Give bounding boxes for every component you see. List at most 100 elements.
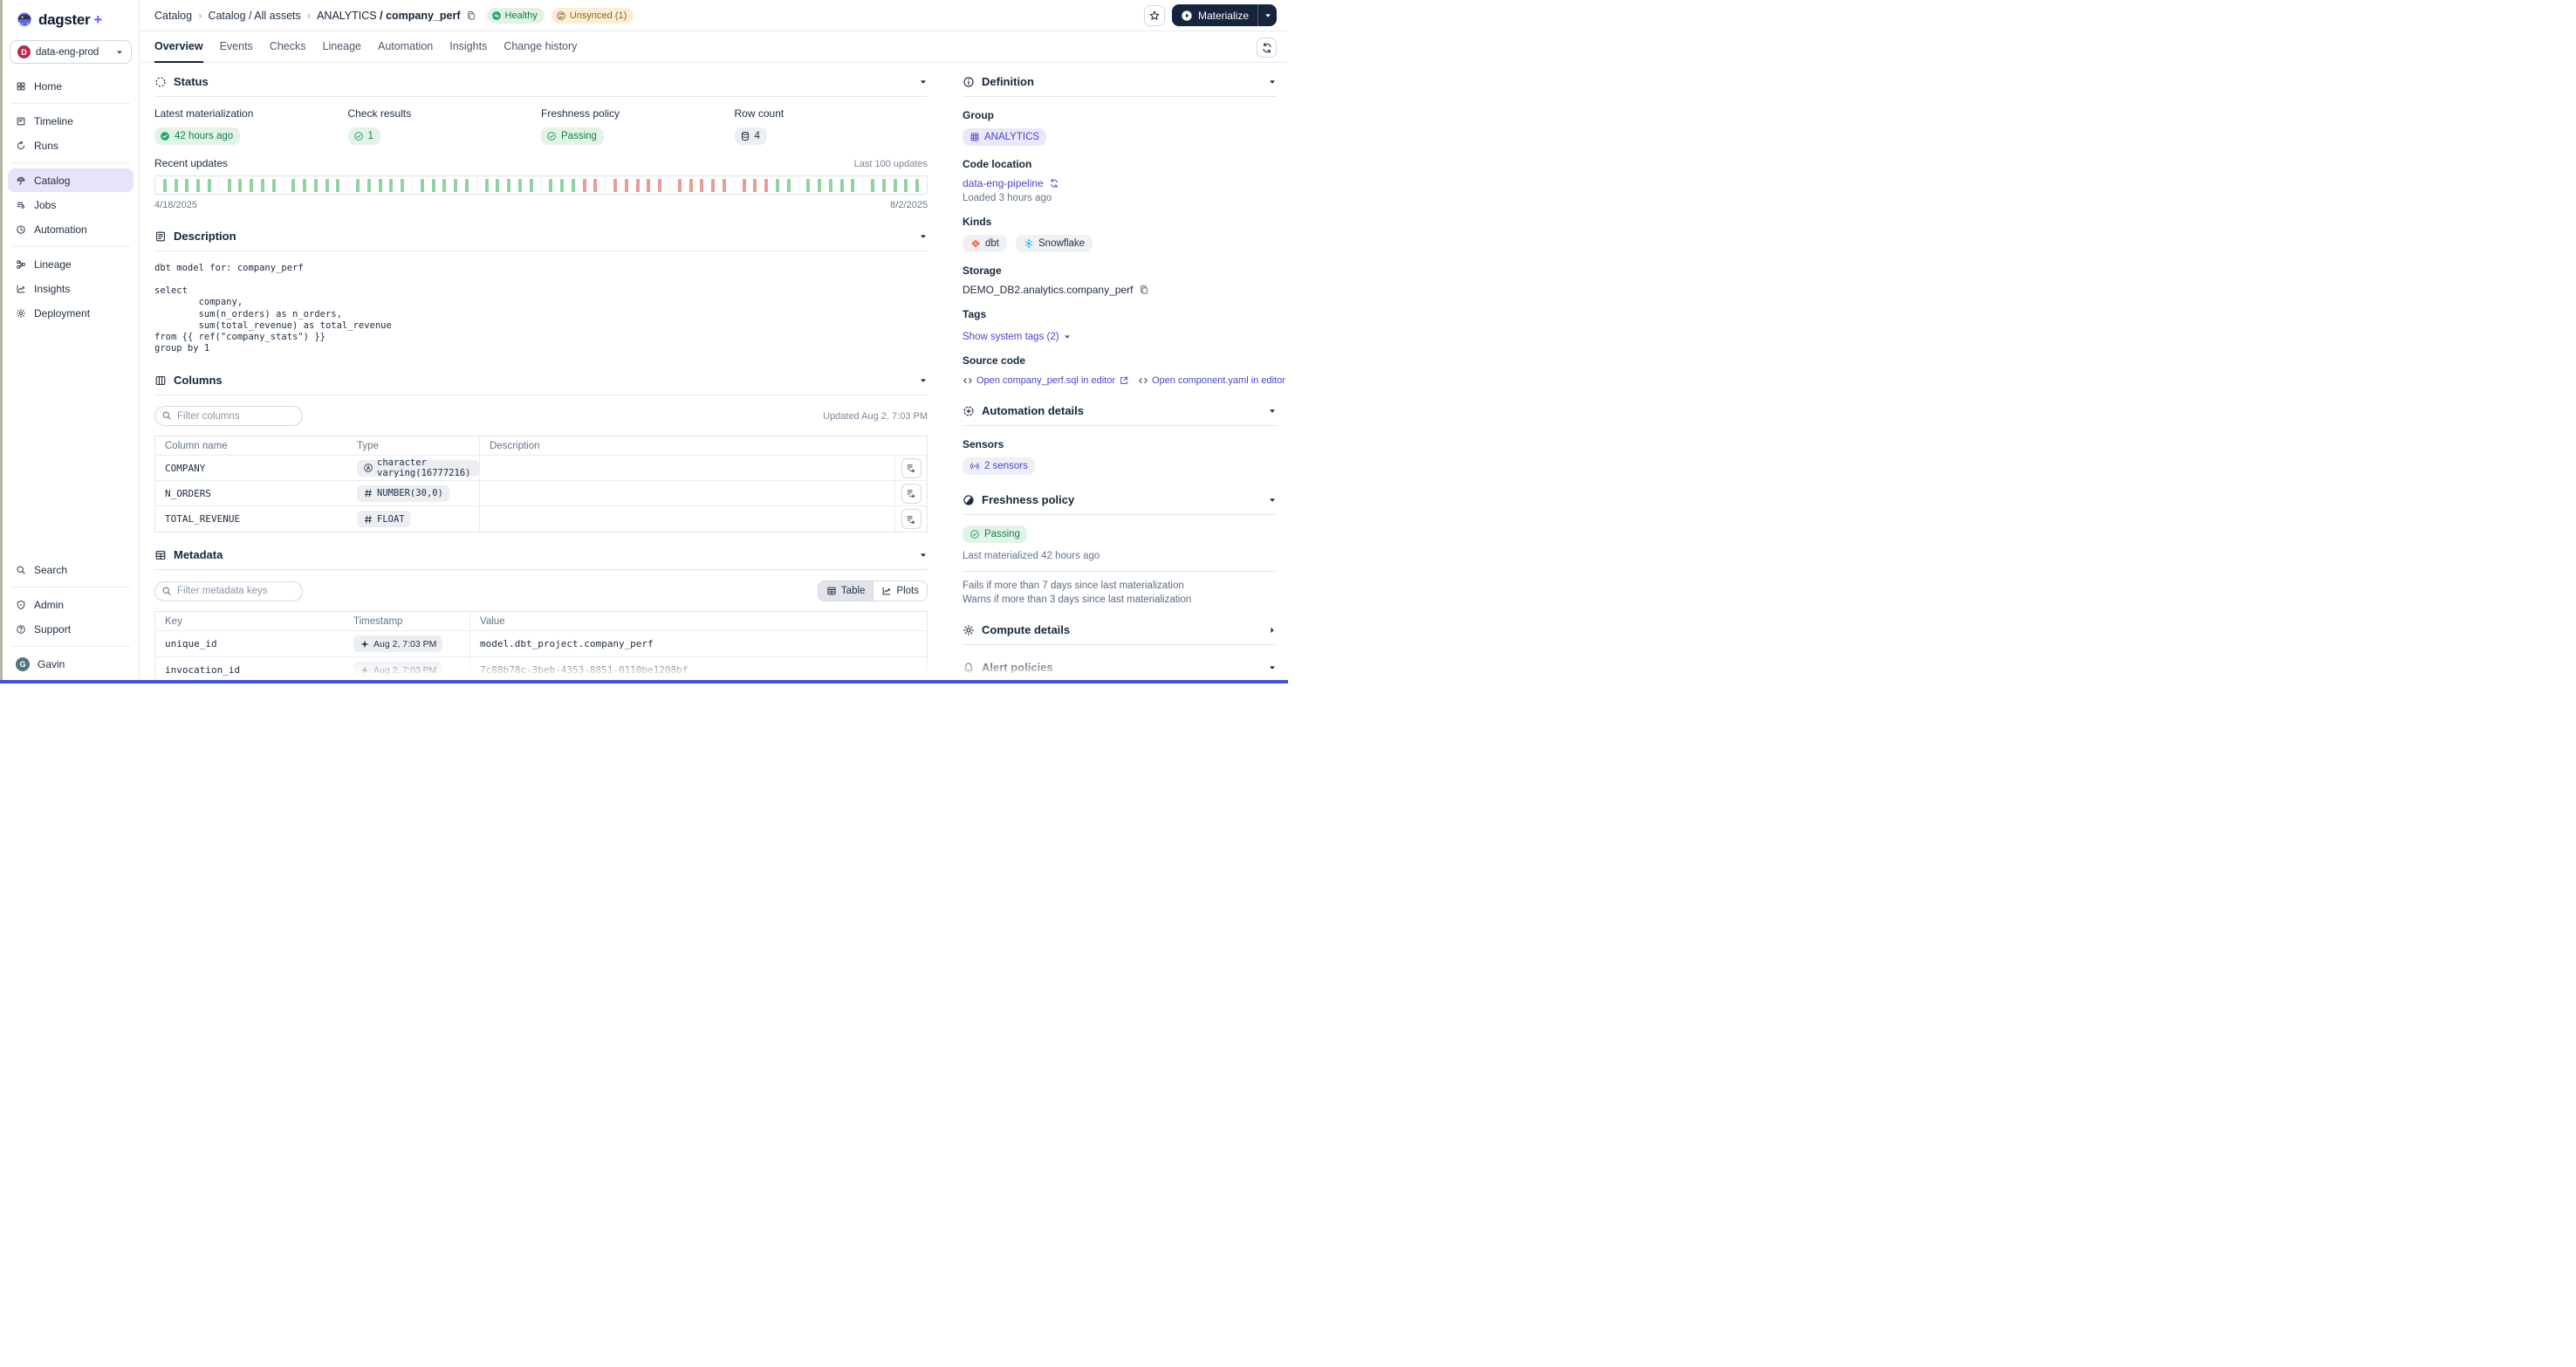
update-bar-success[interactable] bbox=[325, 179, 329, 192]
collapse-icon[interactable] bbox=[919, 551, 928, 560]
collapse-icon[interactable] bbox=[919, 232, 928, 241]
metadata-timestamp-badge[interactable]: Aug 2, 7:03 PM bbox=[353, 662, 442, 678]
tab-checks[interactable]: Checks bbox=[270, 31, 306, 63]
update-bar-success[interactable] bbox=[840, 179, 844, 192]
update-bar-success[interactable] bbox=[228, 179, 231, 192]
update-bar-success[interactable] bbox=[250, 179, 253, 192]
update-bar-success[interactable] bbox=[560, 179, 564, 192]
update-bar-failure[interactable] bbox=[743, 179, 746, 192]
update-bar-success[interactable] bbox=[915, 179, 919, 192]
breadcrumb-link[interactable]: Catalog / All assets bbox=[208, 10, 300, 22]
tab-insights[interactable]: Insights bbox=[449, 31, 487, 63]
update-bar-success[interactable] bbox=[485, 179, 489, 192]
kind-badge-dbt[interactable]: dbt bbox=[963, 235, 1007, 252]
update-bar-failure[interactable] bbox=[636, 179, 640, 192]
tab-lineage[interactable]: Lineage bbox=[323, 31, 362, 63]
update-bar-failure[interactable] bbox=[625, 179, 628, 192]
filter-metadata-input[interactable] bbox=[154, 581, 303, 601]
update-bar-success[interactable] bbox=[175, 179, 178, 192]
update-bar-success[interactable] bbox=[549, 179, 552, 192]
update-bar-failure[interactable] bbox=[678, 179, 682, 192]
update-bar-success[interactable] bbox=[356, 179, 360, 192]
update-bar-success[interactable] bbox=[261, 179, 264, 192]
filter-columns-input[interactable] bbox=[154, 406, 303, 426]
update-bar-failure[interactable] bbox=[764, 179, 768, 192]
metadata-view-plots[interactable]: Plots bbox=[873, 581, 927, 601]
update-bar-failure[interactable] bbox=[583, 179, 586, 192]
sidebar-item-search[interactable]: Search bbox=[8, 558, 134, 581]
update-bar-success[interactable] bbox=[829, 179, 832, 192]
column-lineage-button[interactable] bbox=[901, 484, 921, 504]
sidebar-item-automation[interactable]: Automation bbox=[8, 217, 134, 241]
compute-details-header[interactable]: Compute details bbox=[963, 623, 1277, 645]
health-badge[interactable]: Healthy bbox=[487, 8, 545, 24]
update-bar-success[interactable] bbox=[787, 179, 791, 192]
kind-badge-snowflake[interactable]: Snowflake bbox=[1016, 235, 1093, 252]
update-bar-success[interactable] bbox=[806, 179, 810, 192]
column-lineage-button[interactable] bbox=[901, 509, 921, 529]
update-bar-failure[interactable] bbox=[593, 179, 597, 192]
collapse-icon[interactable] bbox=[1268, 663, 1277, 672]
favorite-button[interactable] bbox=[1144, 5, 1165, 26]
update-bar-success[interactable] bbox=[336, 179, 339, 192]
update-bar-success[interactable] bbox=[272, 179, 276, 192]
update-bar-success[interactable] bbox=[432, 179, 435, 192]
reload-location-icon[interactable] bbox=[1049, 178, 1059, 189]
sidebar-item-admin[interactable]: Admin bbox=[8, 593, 134, 616]
sidebar-item-catalog[interactable]: Catalog bbox=[8, 168, 134, 192]
collapse-icon[interactable] bbox=[1268, 407, 1277, 416]
update-bar-success[interactable] bbox=[314, 179, 318, 192]
code-location-link[interactable]: data-eng-pipeline bbox=[963, 177, 1044, 189]
metadata-timestamp-badge[interactable]: Aug 2, 7:03 PM bbox=[353, 635, 442, 652]
update-bar-success[interactable] bbox=[507, 179, 510, 192]
tab-change-history[interactable]: Change history bbox=[504, 31, 577, 63]
update-bar-failure[interactable] bbox=[613, 179, 617, 192]
tab-overview[interactable]: Overview bbox=[154, 31, 203, 63]
update-bar-success[interactable] bbox=[454, 179, 457, 192]
update-bar-success[interactable] bbox=[208, 179, 211, 192]
update-bar-success[interactable] bbox=[401, 179, 404, 192]
update-bar-success[interactable] bbox=[871, 179, 874, 192]
update-bar-success[interactable] bbox=[303, 179, 306, 192]
unsynced-badge[interactable]: Unsynced (1) bbox=[552, 8, 634, 24]
refresh-button[interactable] bbox=[1257, 38, 1277, 58]
update-bar-success[interactable] bbox=[163, 179, 167, 192]
update-bar-success[interactable] bbox=[496, 179, 499, 192]
materialize-options-button[interactable] bbox=[1257, 4, 1277, 26]
group-badge[interactable]: ANALYTICS bbox=[963, 128, 1046, 146]
update-bar-failure[interactable] bbox=[647, 179, 650, 192]
sidebar-item-support[interactable]: Support bbox=[8, 617, 134, 641]
update-bar-success[interactable] bbox=[196, 179, 200, 192]
update-bar-success[interactable] bbox=[367, 179, 371, 192]
update-bar-success[interactable] bbox=[238, 179, 242, 192]
show-system-tags-toggle[interactable]: Show system tags (2) bbox=[963, 332, 1072, 342]
update-bar-failure[interactable] bbox=[689, 179, 693, 192]
collapse-icon[interactable] bbox=[919, 376, 928, 385]
update-bar-failure[interactable] bbox=[753, 179, 757, 192]
sidebar-item-deployment[interactable]: Deployment bbox=[8, 301, 134, 325]
deployment-switcher[interactable]: D data-eng-prod bbox=[10, 40, 132, 64]
update-bar-success[interactable] bbox=[572, 179, 575, 192]
update-bar-success[interactable] bbox=[776, 179, 779, 192]
collapse-icon[interactable] bbox=[1268, 496, 1277, 505]
update-bar-failure[interactable] bbox=[700, 179, 703, 192]
update-bar-success[interactable] bbox=[530, 179, 533, 192]
expand-icon[interactable] bbox=[1268, 626, 1277, 635]
column-lineage-button[interactable] bbox=[901, 458, 921, 478]
tab-automation[interactable]: Automation bbox=[378, 31, 433, 63]
sidebar-item-home[interactable]: Home bbox=[8, 74, 134, 98]
source-code-link[interactable]: Open component.yaml in editor bbox=[1138, 375, 1288, 386]
update-bar-success[interactable] bbox=[291, 179, 295, 192]
copy-asset-name-icon[interactable] bbox=[466, 10, 476, 21]
sidebar-item-lineage[interactable]: Lineage bbox=[8, 252, 134, 276]
update-bar-success[interactable] bbox=[882, 179, 886, 192]
update-bar-success[interactable] bbox=[379, 179, 382, 192]
update-bar-success[interactable] bbox=[894, 179, 897, 192]
update-bar-success[interactable] bbox=[904, 179, 908, 192]
sidebar-item-timeline[interactable]: Timeline bbox=[8, 109, 134, 133]
collapse-icon[interactable] bbox=[1268, 78, 1277, 86]
breadcrumb-link[interactable]: Catalog bbox=[154, 10, 192, 22]
sidebar-item-jobs[interactable]: Jobs bbox=[8, 193, 134, 216]
update-bar-failure[interactable] bbox=[723, 179, 726, 192]
sensors-badge[interactable]: 2 sensors bbox=[963, 457, 1035, 475]
